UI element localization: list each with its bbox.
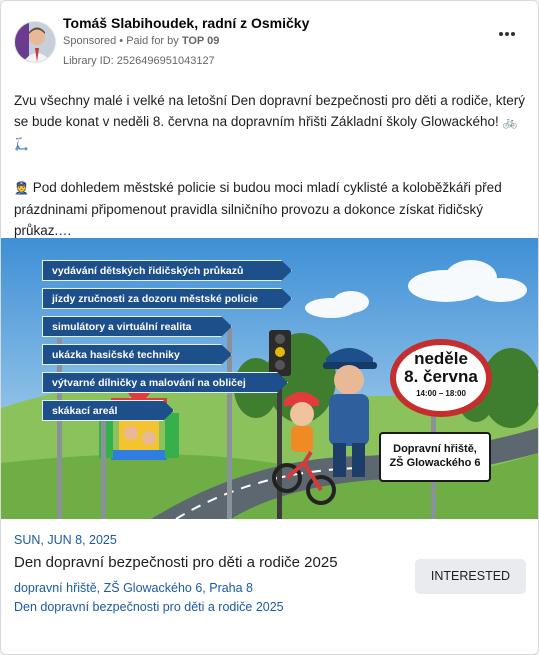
ad-post-card: Tomáš Slabihoudek, radní z Osmičky Spons… (0, 0, 539, 655)
event-place-sign: Dopravní hřiště, ZŠ Glowackého 6 (379, 432, 491, 482)
banner-sign-driving-licenses: vydávání dětských řidičských průkazů (42, 260, 292, 281)
place-line-1: Dopravní hřiště, (393, 443, 477, 455)
event-date-sign: neděle 8. června 14:00 – 18:00 (390, 339, 492, 417)
date-month: 8. června (404, 367, 478, 386)
banner-sign-bouncy-castle: skákací areál (42, 400, 174, 421)
library-id: Library ID: 2526496951043127 (63, 55, 215, 67)
post-text: Zvu všechny malé i velké na letošní Den … (14, 90, 529, 241)
event-location[interactable]: dopravní hřiště, ZŠ Glowackého 6, Praha … (14, 581, 253, 595)
banner-sign-simulators: simulátory a virtuální realita (42, 316, 232, 337)
paid-for-label: Paid for by (126, 35, 179, 47)
interested-button[interactable]: INTERESTED (415, 559, 526, 594)
place-line-2: ZŠ Glowackého 6 (389, 457, 481, 469)
more-options-icon[interactable] (497, 27, 517, 41)
sponsored-meta: Sponsored • Paid for by TOP 09 (63, 35, 220, 47)
post-paragraph-1: Zvu všechny malé i velké na letošní Den … (14, 93, 526, 151)
event-date: SUN, JUN 8, 2025 (14, 533, 117, 547)
date-time: 14:00 – 18:00 (416, 389, 466, 398)
event-title[interactable]: Den dopravní bezpečnosti pro děti a rodi… (14, 554, 338, 571)
avatar[interactable] (14, 21, 56, 63)
event-subtitle-link[interactable]: Den dopravní bezpečnosti pro děti a rodi… (14, 600, 284, 614)
banner-sign-skill-rides: jízdy zručnosti za dozoru městské polici… (42, 288, 292, 309)
paid-by-name[interactable]: TOP 09 (182, 35, 220, 47)
banner-sign-workshops: výtvarné dílničky a malování na obličej (42, 372, 288, 393)
date-day: neděle (414, 349, 468, 368)
banner-sign-firefighters: ukázka hasičské techniky (42, 344, 232, 365)
post-paragraph-2: 👮 Pod dohledem městské policie si budou … (14, 180, 502, 238)
sponsored-label: Sponsored (63, 35, 117, 47)
police-officer-emoji: 👮 (14, 181, 29, 195)
author-name[interactable]: Tomáš Slabihoudek, radní z Osmičky (63, 15, 309, 31)
